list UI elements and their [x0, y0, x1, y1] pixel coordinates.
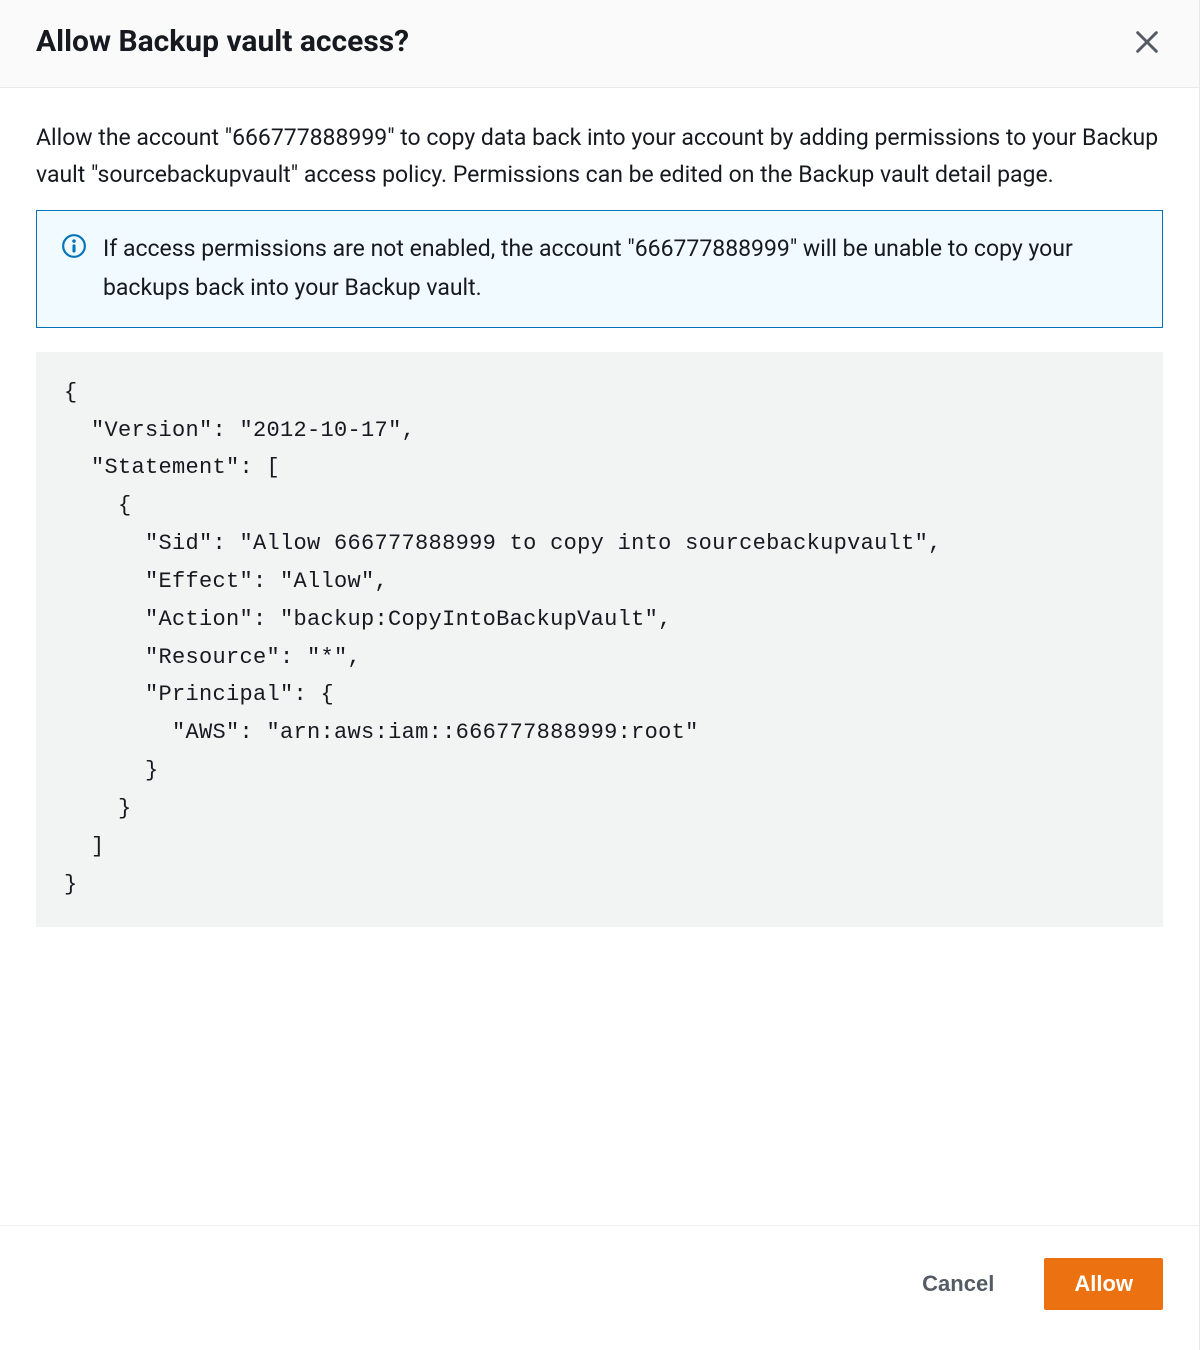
close-icon	[1133, 28, 1161, 56]
info-icon	[61, 233, 87, 263]
info-alert: If access permissions are not enabled, t…	[36, 210, 1163, 328]
cancel-button[interactable]: Cancel	[892, 1258, 1024, 1310]
dialog-header: Allow Backup vault access?	[0, 0, 1199, 88]
close-button[interactable]	[1131, 26, 1163, 58]
allow-button[interactable]: Allow	[1044, 1258, 1163, 1310]
dialog-body: Allow the account "666777888999" to copy…	[0, 88, 1199, 1225]
policy-json-block: { "Version": "2012-10-17", "Statement": …	[36, 352, 1163, 928]
info-text: If access permissions are not enabled, t…	[103, 229, 1138, 307]
dialog: Allow Backup vault access? Allow the acc…	[0, 0, 1200, 1350]
dialog-footer: Cancel Allow	[0, 1225, 1199, 1350]
dialog-title: Allow Backup vault access?	[36, 24, 409, 59]
dialog-description: Allow the account "666777888999" to copy…	[36, 120, 1163, 194]
